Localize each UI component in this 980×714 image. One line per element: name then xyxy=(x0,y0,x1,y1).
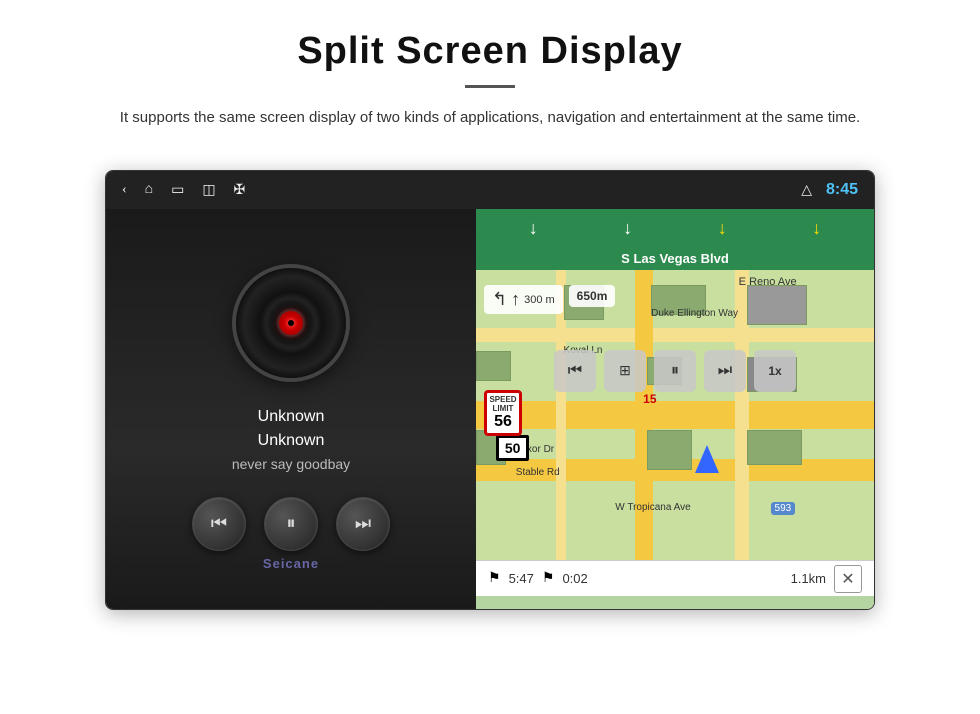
nav-speed-button[interactable]: 1x xyxy=(754,350,796,392)
map-label-593: 593 xyxy=(771,502,796,515)
media-controls: ⏮ ⏸ ⏭ xyxy=(192,497,390,551)
highway-50-sign: 50 xyxy=(496,435,530,461)
prev-button[interactable]: ⏮ xyxy=(192,497,246,551)
nav-checkerboard: ⊞ xyxy=(604,350,646,392)
track-song: never say goodbay xyxy=(232,456,350,472)
building-3 xyxy=(476,351,511,381)
home-icon[interactable]: ⌂ xyxy=(145,182,153,198)
speed-limit-label: SPEEDLIMIT xyxy=(489,395,517,413)
play-pause-button[interactable]: ⏸ xyxy=(264,497,318,551)
nav-direction-overlay: ↰ ↑ 300 m 650m xyxy=(484,285,615,314)
nav-position-indicator xyxy=(695,445,719,473)
status-time: 8:45 xyxy=(826,181,858,199)
split-screen-demo: ‹ ⌂ ▭ ◫ ✠ △ 8:45 Unknown Unknown never s… xyxy=(105,170,875,610)
road-horizontal-2 xyxy=(476,328,874,342)
nav-prev-button[interactable]: ⏮ xyxy=(554,350,596,392)
start-flag-icon: ⚑ xyxy=(488,570,501,587)
nav-pause-button[interactable]: ⏸ xyxy=(654,350,696,392)
nav-street-name: S Las Vegas Blvd xyxy=(476,247,874,270)
end-flag-icon: ⚑ xyxy=(542,570,555,587)
image-icon[interactable]: ◫ xyxy=(202,182,215,199)
nav-duration: 0:02 xyxy=(562,571,587,586)
nav-time: 5:47 xyxy=(509,571,534,586)
speed-limit-value: 56 xyxy=(489,413,517,431)
track-title: Unknown xyxy=(232,408,350,426)
nav-arrow-2: ↓ xyxy=(623,218,632,239)
media-panel: Unknown Unknown never say goodbay ⏮ ⏸ ⏭ … xyxy=(106,209,476,609)
nav-panel: ↓ ↓ ↓ ↓ S Las Vegas Blvd xyxy=(476,209,874,609)
nav-map: Koval Ln Duke Ellington Way Luxor Dr Sta… xyxy=(476,270,874,560)
road-horizontal-main xyxy=(476,401,874,429)
page-title: Split Screen Display xyxy=(80,30,900,73)
nav-close-button[interactable]: ✕ xyxy=(834,565,862,593)
nav-remaining-dist: 1.1km xyxy=(791,571,826,586)
page-header: Split Screen Display It supports the sam… xyxy=(0,0,980,150)
building-2 xyxy=(651,285,706,315)
nav-dist-label: 300 m xyxy=(524,294,555,306)
back-arrow-icon[interactable]: ‹ xyxy=(122,182,127,198)
page-wrapper: Split Screen Display It supports the sam… xyxy=(0,0,980,610)
nav-turn-box: ↰ ↑ 300 m xyxy=(484,285,563,314)
usb-icon[interactable]: ✠ xyxy=(234,182,246,199)
nav-arrow-4: ↓ xyxy=(812,218,821,239)
nav-side-distance: 650m xyxy=(569,285,616,307)
building-6 xyxy=(747,430,802,465)
building-7 xyxy=(747,285,807,325)
status-bar: ‹ ⌂ ▭ ◫ ✠ △ 8:45 xyxy=(106,171,874,209)
map-background: Koval Ln Duke Ellington Way Luxor Dr Sta… xyxy=(476,270,874,560)
nav-bottom-bar: ⚑ 5:47 ⚑ 0:02 1.1km ✕ xyxy=(476,560,874,596)
nav-next-button[interactable]: ⏭ xyxy=(704,350,746,392)
nav-arrow-1: ↓ xyxy=(529,218,538,239)
apps-icon[interactable]: ▭ xyxy=(171,182,184,199)
speed-limit-sign: SPEEDLIMIT 56 xyxy=(484,390,522,436)
status-right: △ 8:45 xyxy=(801,181,858,199)
next-button[interactable]: ⏭ xyxy=(336,497,390,551)
vinyl-record xyxy=(236,268,346,378)
nav-left-turn-icon: ↰ xyxy=(492,289,507,310)
nav-playback-overlay: ⏮ ⊞ ⏸ ⏭ 1x xyxy=(554,350,796,392)
track-artist: Unknown xyxy=(232,432,350,450)
nav-arrow-3: ↓ xyxy=(718,218,727,239)
page-description: It supports the same screen display of t… xyxy=(80,106,900,130)
title-divider xyxy=(465,85,515,88)
nav-straight-icon: ↑ xyxy=(511,289,520,310)
nav-top-bar: ↓ ↓ ↓ ↓ xyxy=(476,209,874,247)
watermark: Seicane xyxy=(263,556,319,571)
building-5 xyxy=(647,430,692,470)
track-info: Unknown Unknown never say goodbay xyxy=(232,408,350,472)
eject-icon[interactable]: △ xyxy=(801,182,812,199)
split-screen: Unknown Unknown never say goodbay ⏮ ⏸ ⏭ … xyxy=(106,209,874,609)
